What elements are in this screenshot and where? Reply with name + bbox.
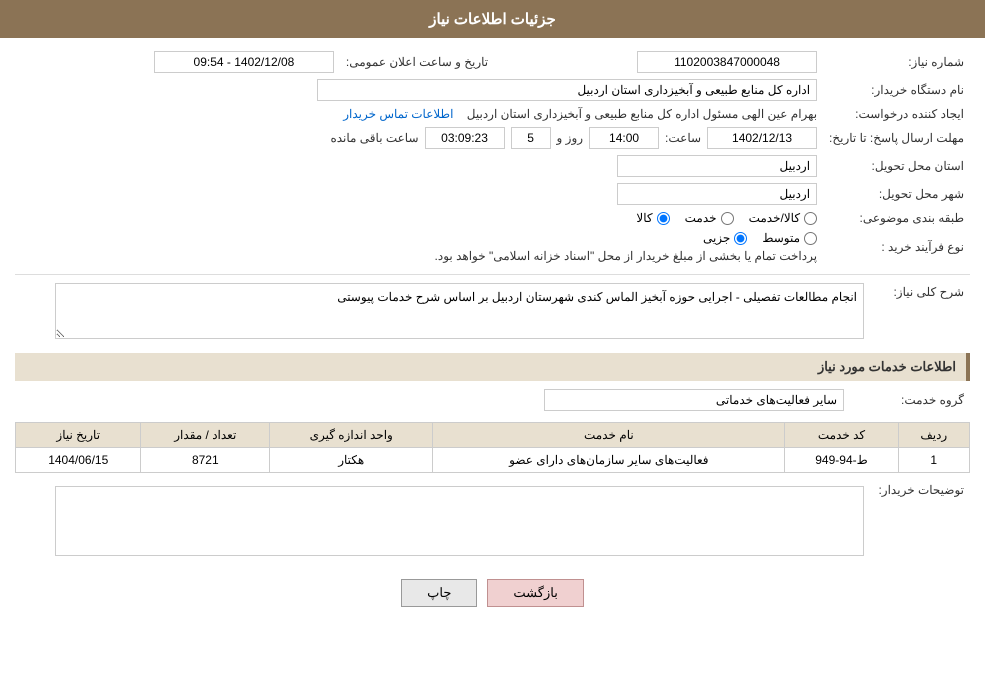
- service-group-field: سایر فعالیت‌های خدماتی: [544, 389, 844, 411]
- need-number-label: شماره نیاز:: [823, 48, 970, 76]
- city-value: اردبیل: [15, 180, 823, 208]
- col-code: کد خدمت: [785, 423, 898, 448]
- buyer-org-label: نام دستگاه خریدار:: [823, 76, 970, 104]
- deadline-row: 1402/12/13 ساعت: 14:00 روز و 5 03:09:23 …: [15, 124, 823, 152]
- print-button[interactable]: چاپ: [401, 579, 477, 607]
- category-khedmat-label: خدمت: [685, 211, 717, 225]
- cell-name: فعالیت‌های سایر سازمان‌های دارای عضو: [433, 448, 785, 473]
- page-container: جزئیات اطلاعات نیاز شماره نیاز: 11020038…: [0, 0, 985, 691]
- col-unit: واحد اندازه گیری: [270, 423, 433, 448]
- purchase-jozi-radio[interactable]: [734, 232, 747, 245]
- cell-unit: هکتار: [270, 448, 433, 473]
- basic-info-table: شماره نیاز: 1102003847000048 تاریخ و ساع…: [15, 48, 970, 266]
- purchase-jozi-label: جزیی: [703, 231, 730, 245]
- city-field: اردبیل: [617, 183, 817, 205]
- category-kala-khedmat-radio[interactable]: [804, 212, 817, 225]
- category-khedmat-radio[interactable]: [721, 212, 734, 225]
- description-cell: [15, 280, 870, 345]
- deadline-remaining-field: 03:09:23: [425, 127, 505, 149]
- service-group-table: گروه خدمت: سایر فعالیت‌های خدماتی: [15, 386, 970, 414]
- page-title: جزئیات اطلاعات نیاز: [429, 11, 556, 28]
- description-table: شرح کلی نیاز:: [15, 280, 970, 345]
- creator-label: ایجاد کننده درخواست:: [823, 104, 970, 124]
- creator-value: بهرام عین الهی مسئول اداره کل منابع طبیع…: [15, 104, 823, 124]
- content-area: شماره نیاز: 1102003847000048 تاریخ و ساع…: [0, 38, 985, 632]
- announcement-value: 1402/12/08 - 09:54: [15, 48, 340, 76]
- cell-code: ط-94-949: [785, 448, 898, 473]
- need-number-field: 1102003847000048: [637, 51, 817, 73]
- need-number-value: 1102003847000048: [498, 48, 823, 76]
- services-table: ردیف کد خدمت نام خدمت واحد اندازه گیری ت…: [15, 422, 970, 473]
- purchase-mottavaset-option[interactable]: متوسط: [762, 231, 817, 245]
- cell-row: 1: [898, 448, 969, 473]
- category-kala-label: کالا: [636, 211, 652, 225]
- cell-date: 1404/06/15: [16, 448, 141, 473]
- page-header: جزئیات اطلاعات نیاز: [0, 0, 985, 38]
- category-label: طبقه بندی موضوعی:: [823, 208, 970, 228]
- back-button[interactable]: بازگشت: [487, 579, 583, 607]
- deadline-days-field: 5: [511, 127, 551, 149]
- service-group-value: سایر فعالیت‌های خدماتی: [15, 386, 850, 414]
- category-kala-khedmat-option[interactable]: کالا/خدمت: [749, 211, 817, 225]
- divider-1: [15, 274, 970, 275]
- description-label: شرح کلی نیاز:: [870, 280, 970, 345]
- province-value: اردبیل: [15, 152, 823, 180]
- table-row: 1ط-94-949فعالیت‌های سایر سازمان‌های دارا…: [16, 448, 970, 473]
- category-kala-option[interactable]: کالا: [636, 211, 669, 225]
- deadline-time-label: ساعت:: [665, 131, 701, 145]
- creator-text: بهرام عین الهی مسئول اداره کل منابع طبیع…: [467, 107, 817, 121]
- buyer-notes-cell: [15, 478, 870, 564]
- service-group-label: گروه خدمت:: [850, 386, 970, 414]
- purchase-type-label: نوع فرآیند خرید :: [823, 228, 970, 266]
- announcement-field: 1402/12/08 - 09:54: [154, 51, 334, 73]
- col-row: ردیف: [898, 423, 969, 448]
- announcement-label: تاریخ و ساعت اعلان عمومی:: [340, 48, 498, 76]
- deadline-remaining-label: ساعت باقی مانده: [330, 131, 418, 145]
- buyer-org-value: اداره کل منابع طبیعی و آبخیزداری استان ا…: [15, 76, 823, 104]
- deadline-date-field: 1402/12/13: [707, 127, 817, 149]
- purchase-jozi-option[interactable]: جزیی: [703, 231, 747, 245]
- province-field: اردبیل: [617, 155, 817, 177]
- purchase-type-row: متوسط جزیی پرداخت تمام یا بخشی از مبلغ خ…: [15, 228, 823, 266]
- col-quantity: تعداد / مقدار: [141, 423, 270, 448]
- category-row: کالا/خدمت خدمت کالا: [15, 208, 823, 228]
- cell-quantity: 8721: [141, 448, 270, 473]
- buyer-notes-label: توضیحات خریدار:: [870, 478, 970, 564]
- city-label: شهر محل تحویل:: [823, 180, 970, 208]
- province-label: استان محل تحویل:: [823, 152, 970, 180]
- category-kala-khedmat-label: کالا/خدمت: [749, 211, 800, 225]
- purchase-mottavaset-label: متوسط: [762, 231, 800, 245]
- buyer-org-field: اداره کل منابع طبیعی و آبخیزداری استان ا…: [317, 79, 817, 101]
- category-khedmat-option[interactable]: خدمت: [685, 211, 734, 225]
- buyer-notes-table: توضیحات خریدار:: [15, 478, 970, 564]
- purchase-mottavaset-radio[interactable]: [804, 232, 817, 245]
- category-kala-radio[interactable]: [657, 212, 670, 225]
- description-textarea[interactable]: [55, 283, 864, 339]
- purchase-note: پرداخت تمام یا بخشی از مبلغ خریدار از مح…: [435, 249, 818, 263]
- contact-link[interactable]: اطلاعات تماس خریدار: [343, 107, 453, 121]
- col-date: تاریخ نیاز: [16, 423, 141, 448]
- services-section-title: اطلاعات خدمات مورد نیاز: [15, 353, 970, 381]
- buttons-row: بازگشت چاپ: [15, 579, 970, 607]
- deadline-time-field: 14:00: [589, 127, 659, 149]
- deadline-days-label: روز و: [557, 131, 584, 145]
- buyer-notes-field: [55, 486, 864, 556]
- deadline-label: مهلت ارسال پاسخ: تا تاریخ:: [823, 124, 970, 152]
- col-name: نام خدمت: [433, 423, 785, 448]
